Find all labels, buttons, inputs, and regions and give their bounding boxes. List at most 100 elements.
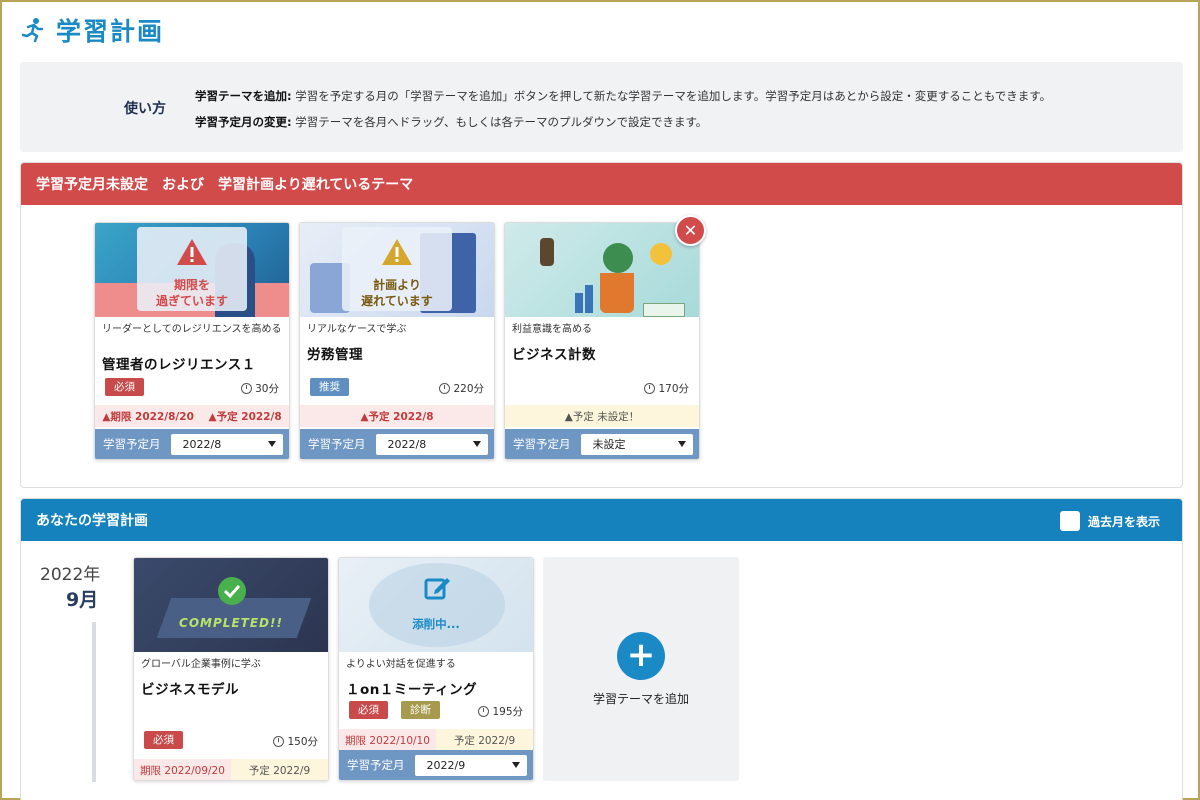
- schedule-row: 学習予定月 2022/8: [300, 429, 494, 459]
- show-past-checkbox[interactable]: [1059, 511, 1080, 531]
- timeline-bar: [92, 622, 96, 782]
- card-title: ビジネスモデル: [141, 682, 239, 698]
- plan-panel-header: あなたの学習計画 過去月を表示: [21, 499, 1182, 541]
- deadline-text: 期限 2022/09/20: [134, 759, 231, 780]
- duration-text: 150分: [287, 736, 318, 748]
- add-theme-button[interactable]: + 学習テーマを追加: [543, 557, 739, 781]
- timeline-month: 9月: [66, 589, 99, 611]
- check-circle-icon: [218, 577, 246, 605]
- card-thumbnail: COMPLETED!!: [134, 558, 328, 652]
- warning-row: ▲予定 2022/8: [300, 405, 494, 427]
- card-thumbnail: 計画より 遅れています: [300, 223, 494, 317]
- theme-card-1on1[interactable]: 添削中... よりよい対話を促進する １on１ミーティング 必須 診断 195分…: [338, 557, 534, 781]
- planned-text: 予定 2022/9: [436, 729, 533, 751]
- clock-icon: [644, 383, 656, 394]
- edit-icon: [424, 578, 450, 600]
- schedule-label: 学習予定月: [513, 437, 571, 451]
- required-badge: 必須: [144, 731, 183, 749]
- overlay-text: 計画より 遅れています: [361, 278, 433, 308]
- warning-row: ▲期限 2022/8/20 ▲予定 2022/8: [95, 405, 289, 427]
- howto-label: 使い方: [124, 101, 166, 117]
- overdue-panel-header: 学習予定月未設定 および 学習計画より遅れているテーマ: [21, 163, 1182, 205]
- howto-change-text: 学習テーマを各月へドラッグ、もしくは各テーマのプルダウンで設定できます。: [295, 115, 708, 129]
- card-thumbnail: 添削中...: [339, 558, 533, 652]
- howto-add-key: 学習テーマを追加:: [195, 89, 292, 103]
- duration: 30分: [241, 381, 279, 396]
- howto-line-add: 学習テーマを追加: 学習を予定する月の「学習テーマを追加」ボタンを押して新たな学…: [195, 88, 1051, 104]
- show-past-label: 過去月を表示: [1087, 514, 1160, 529]
- theme-card-business-model[interactable]: COMPLETED!! グローバル企業事例に学ぶ ビジネスモデル 必須 150分…: [133, 557, 329, 781]
- card-title: 労務管理: [307, 347, 363, 363]
- chevron-down-icon: [472, 441, 481, 447]
- theme-card-resilience[interactable]: 期限を 過ぎています リーダーとしてのレジリエンスを高める 管理者のレジリエンス…: [94, 222, 290, 460]
- duration-text: 170分: [658, 383, 689, 395]
- clock-icon: [273, 736, 285, 747]
- select-value: 2022/8: [387, 437, 427, 451]
- page-title-text: 学習計画: [56, 17, 165, 46]
- theme-card-labor[interactable]: 計画より 遅れています リアルなケースで学ぶ 労務管理 推奨 220分 ▲予定 …: [299, 222, 495, 460]
- card-title: ビジネス計数: [512, 347, 596, 363]
- schedule-month-select[interactable]: 2022/8: [170, 433, 283, 455]
- card-thumbnail: [505, 223, 699, 317]
- clock-icon: [439, 383, 451, 394]
- howto-change-key: 学習予定月の変更:: [195, 115, 292, 129]
- duration-text: 30分: [255, 383, 279, 395]
- warning-icon: [382, 239, 412, 265]
- select-value: 2022/8: [182, 437, 222, 451]
- plus-icon[interactable]: +: [617, 632, 665, 680]
- warning-row: ▲予定 未設定！: [505, 405, 699, 427]
- schedule-row: 学習予定月 2022/9: [339, 750, 533, 780]
- duration: 170分: [644, 381, 689, 396]
- card-subtitle: よりよい対話を促進する: [346, 659, 456, 670]
- completed-badge: COMPLETED!!: [179, 616, 283, 630]
- plan-warning: ▲予定 2022/8: [360, 410, 434, 423]
- card-thumbnail: 期限を 過ぎています: [95, 223, 289, 317]
- overlay-text: 期限を 過ぎています: [155, 278, 228, 308]
- chevron-down-icon: [677, 441, 686, 447]
- card-subtitle: リーダーとしてのレジリエンスを高める: [102, 324, 282, 335]
- theme-card-numeracy[interactable]: 利益意識を高める ビジネス計数 170分 ▲予定 未設定！ 学習予定月 未設定: [504, 222, 700, 460]
- schedule-row: 学習予定月 未設定: [505, 429, 699, 459]
- card-subtitle: 利益意識を高める: [512, 324, 592, 335]
- howto-line-change: 学習予定月の変更: 学習テーマを各月へドラッグ、もしくは各テーマのプルダウンで設…: [195, 114, 707, 130]
- select-value: 未設定: [592, 438, 626, 451]
- duration: 220分: [439, 381, 484, 396]
- remove-theme-button[interactable]: ✕: [675, 215, 706, 246]
- deadline-text: 期限 2022/10/10: [339, 729, 436, 751]
- card-title: 管理者のレジリエンス１: [102, 357, 256, 373]
- card-subtitle: リアルなケースで学ぶ: [307, 324, 407, 335]
- schedule-label: 学習予定月: [103, 437, 161, 451]
- status-overlay: 期限を 過ぎています: [137, 227, 247, 311]
- required-badge: 必須: [105, 378, 144, 396]
- running-person-icon: [21, 18, 44, 43]
- select-value: 2022/9: [426, 758, 466, 772]
- planned-text: 予定 2022/9: [231, 759, 328, 780]
- clock-icon: [478, 706, 490, 717]
- plan-warning: ▲予定 未設定！: [564, 410, 640, 423]
- duration-text: 220分: [453, 383, 484, 395]
- schedule-month-select[interactable]: 2022/9: [414, 754, 527, 776]
- schedule-month-select[interactable]: 未設定: [580, 433, 693, 455]
- clock-icon: [241, 383, 253, 394]
- schedule-month-select[interactable]: 2022/8: [375, 433, 488, 455]
- required-badge: 必須: [349, 701, 388, 719]
- howto-add-text: 学習を予定する月の「学習テーマを追加」ボタンを押して新たな学習テーマを追加します…: [295, 89, 1052, 103]
- deadline-warning: ▲期限 2022/8/20: [102, 410, 194, 423]
- reviewing-badge: 添削中...: [412, 617, 460, 631]
- add-theme-label: 学習テーマを追加: [592, 692, 689, 706]
- chevron-down-icon: [511, 762, 520, 768]
- status-overlay: 計画より 遅れています: [342, 227, 452, 311]
- schedule-label: 学習予定月: [347, 758, 405, 772]
- duration-text: 195分: [492, 706, 523, 718]
- plan-panel-title: あなたの学習計画: [36, 513, 148, 529]
- card-title: １on１ミーティング: [346, 682, 478, 698]
- close-icon: ✕: [683, 221, 698, 240]
- schedule-row: 学習予定月 2022/8: [95, 429, 289, 459]
- card-subtitle: グローバル企業事例に学ぶ: [141, 659, 261, 670]
- overdue-panel-title: 学習予定月未設定 および 学習計画より遅れているテーマ: [36, 177, 414, 193]
- show-past-toggle[interactable]: 過去月を表示: [1059, 511, 1160, 531]
- duration: 150分: [273, 734, 318, 749]
- page-title: 学習計画: [20, 12, 164, 48]
- schedule-label: 学習予定月: [308, 437, 366, 451]
- deadline-row: 期限 2022/09/20 予定 2022/9: [134, 759, 328, 780]
